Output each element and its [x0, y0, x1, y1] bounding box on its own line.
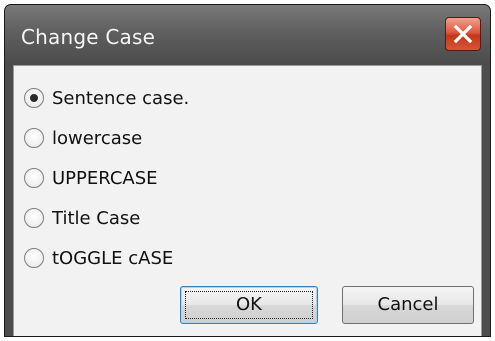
- cancel-button-label: Cancel: [377, 294, 439, 315]
- toggle-case-radio[interactable]: [24, 248, 44, 268]
- uppercase-radio[interactable]: [24, 168, 44, 188]
- cancel-button[interactable]: Cancel: [342, 286, 474, 324]
- title-case-radio[interactable]: [24, 208, 44, 228]
- option-uppercase[interactable]: UPPERCASE: [24, 164, 158, 192]
- uppercase-label: UPPERCASE: [52, 167, 158, 189]
- sentence-case-label: Sentence case.: [52, 87, 190, 109]
- close-button[interactable]: [445, 17, 481, 51]
- option-lowercase[interactable]: lowercase: [24, 124, 142, 152]
- close-icon: [453, 24, 473, 44]
- option-toggle-case[interactable]: tOGGLE cASE: [24, 244, 173, 272]
- ok-button[interactable]: OK: [180, 286, 318, 324]
- ok-button-label: OK: [236, 294, 262, 315]
- dialog-body: Sentence case. lowercase UPPERCASE Title…: [13, 65, 482, 336]
- title-case-label: Title Case: [52, 207, 141, 229]
- toggle-case-label: tOGGLE cASE: [52, 247, 174, 269]
- lowercase-radio[interactable]: [24, 128, 44, 148]
- change-case-dialog: Change Case Sentence case. lowercase UPP…: [4, 4, 491, 337]
- title-bar[interactable]: Change Case: [5, 5, 490, 65]
- sentence-case-radio[interactable]: [24, 88, 44, 108]
- lowercase-label: lowercase: [52, 127, 143, 149]
- option-sentence-case[interactable]: Sentence case.: [24, 84, 189, 112]
- option-title-case[interactable]: Title Case: [24, 204, 140, 232]
- window-title: Change Case: [21, 25, 156, 49]
